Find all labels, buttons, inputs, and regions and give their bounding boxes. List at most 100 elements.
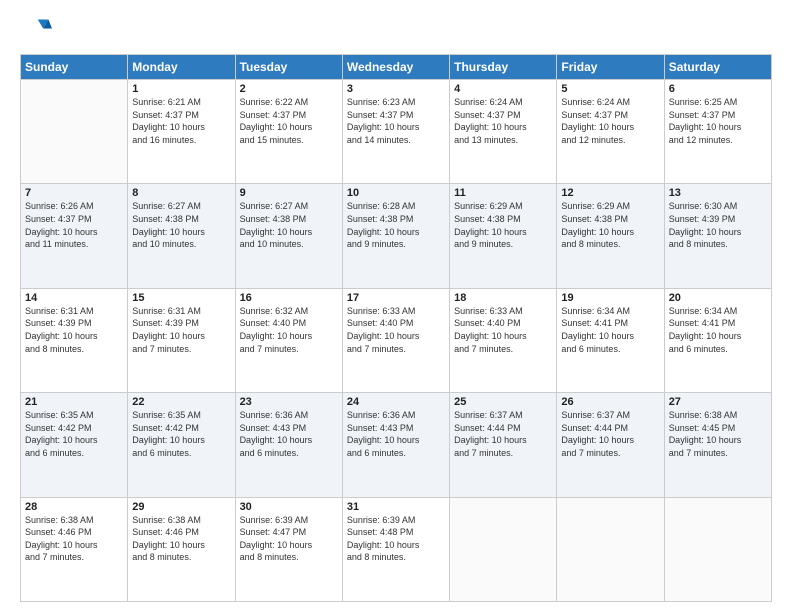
day-number: 27	[669, 396, 767, 408]
day-info: Sunrise: 6:27 AM Sunset: 4:38 PM Dayligh…	[240, 200, 338, 250]
weekday-header-wednesday: Wednesday	[342, 55, 449, 80]
calendar-cell: 16Sunrise: 6:32 AM Sunset: 4:40 PM Dayli…	[235, 288, 342, 392]
day-number: 2	[240, 83, 338, 95]
calendar-cell: 12Sunrise: 6:29 AM Sunset: 4:38 PM Dayli…	[557, 184, 664, 288]
day-number: 29	[132, 501, 230, 513]
day-info: Sunrise: 6:24 AM Sunset: 4:37 PM Dayligh…	[454, 96, 552, 146]
weekday-header-monday: Monday	[128, 55, 235, 80]
calendar-cell: 26Sunrise: 6:37 AM Sunset: 4:44 PM Dayli…	[557, 393, 664, 497]
day-info: Sunrise: 6:39 AM Sunset: 4:48 PM Dayligh…	[347, 514, 445, 564]
day-info: Sunrise: 6:37 AM Sunset: 4:44 PM Dayligh…	[561, 409, 659, 459]
calendar-cell: 7Sunrise: 6:26 AM Sunset: 4:37 PM Daylig…	[21, 184, 128, 288]
week-row-2: 7Sunrise: 6:26 AM Sunset: 4:37 PM Daylig…	[21, 184, 772, 288]
day-info: Sunrise: 6:25 AM Sunset: 4:37 PM Dayligh…	[669, 96, 767, 146]
day-number: 12	[561, 187, 659, 199]
day-info: Sunrise: 6:30 AM Sunset: 4:39 PM Dayligh…	[669, 200, 767, 250]
calendar-cell: 19Sunrise: 6:34 AM Sunset: 4:41 PM Dayli…	[557, 288, 664, 392]
day-info: Sunrise: 6:26 AM Sunset: 4:37 PM Dayligh…	[25, 200, 123, 250]
week-row-5: 28Sunrise: 6:38 AM Sunset: 4:46 PM Dayli…	[21, 497, 772, 601]
day-info: Sunrise: 6:24 AM Sunset: 4:37 PM Dayligh…	[561, 96, 659, 146]
calendar-cell	[450, 497, 557, 601]
day-number: 21	[25, 396, 123, 408]
calendar-cell: 28Sunrise: 6:38 AM Sunset: 4:46 PM Dayli…	[21, 497, 128, 601]
calendar-cell: 4Sunrise: 6:24 AM Sunset: 4:37 PM Daylig…	[450, 80, 557, 184]
header	[20, 16, 772, 48]
weekday-header-saturday: Saturday	[664, 55, 771, 80]
day-number: 10	[347, 187, 445, 199]
day-info: Sunrise: 6:31 AM Sunset: 4:39 PM Dayligh…	[25, 305, 123, 355]
day-number: 25	[454, 396, 552, 408]
calendar-cell: 6Sunrise: 6:25 AM Sunset: 4:37 PM Daylig…	[664, 80, 771, 184]
day-info: Sunrise: 6:34 AM Sunset: 4:41 PM Dayligh…	[669, 305, 767, 355]
day-number: 7	[25, 187, 123, 199]
calendar-cell: 18Sunrise: 6:33 AM Sunset: 4:40 PM Dayli…	[450, 288, 557, 392]
day-info: Sunrise: 6:22 AM Sunset: 4:37 PM Dayligh…	[240, 96, 338, 146]
day-info: Sunrise: 6:34 AM Sunset: 4:41 PM Dayligh…	[561, 305, 659, 355]
day-number: 24	[347, 396, 445, 408]
day-number: 13	[669, 187, 767, 199]
weekday-header-thursday: Thursday	[450, 55, 557, 80]
calendar-cell: 8Sunrise: 6:27 AM Sunset: 4:38 PM Daylig…	[128, 184, 235, 288]
day-info: Sunrise: 6:38 AM Sunset: 4:46 PM Dayligh…	[132, 514, 230, 564]
day-number: 15	[132, 292, 230, 304]
calendar-cell: 25Sunrise: 6:37 AM Sunset: 4:44 PM Dayli…	[450, 393, 557, 497]
day-info: Sunrise: 6:23 AM Sunset: 4:37 PM Dayligh…	[347, 96, 445, 146]
calendar-cell: 1Sunrise: 6:21 AM Sunset: 4:37 PM Daylig…	[128, 80, 235, 184]
page: SundayMondayTuesdayWednesdayThursdayFrid…	[0, 0, 792, 612]
calendar-cell: 5Sunrise: 6:24 AM Sunset: 4:37 PM Daylig…	[557, 80, 664, 184]
week-row-4: 21 Sunrise: 6:35 AM Sunset: 4:42 PM Dayli…	[21, 393, 772, 497]
calendar-cell: 13Sunrise: 6:30 AM Sunset: 4:39 PM Dayli…	[664, 184, 771, 288]
day-number: 19	[561, 292, 659, 304]
day-info: Sunrise: 6:29 AM Sunset: 4:38 PM Dayligh…	[561, 200, 659, 250]
weekday-header-tuesday: Tuesday	[235, 55, 342, 80]
day-info: Sunrise: 6:38 AM Sunset: 4:46 PM Dayligh…	[25, 514, 123, 564]
day-number: 31	[347, 501, 445, 513]
calendar-cell: 10Sunrise: 6:28 AM Sunset: 4:38 PM Dayli…	[342, 184, 449, 288]
calendar-cell: 14Sunrise: 6:31 AM Sunset: 4:39 PM Dayli…	[21, 288, 128, 392]
weekday-header-friday: Friday	[557, 55, 664, 80]
day-number: 18	[454, 292, 552, 304]
day-info: Sunrise: 6:27 AM Sunset: 4:38 PM Dayligh…	[132, 200, 230, 250]
calendar-cell: 3Sunrise: 6:23 AM Sunset: 4:37 PM Daylig…	[342, 80, 449, 184]
weekday-header-row: SundayMondayTuesdayWednesdayThursdayFrid…	[21, 55, 772, 80]
logo-icon	[20, 16, 52, 48]
calendar-cell: 9Sunrise: 6:27 AM Sunset: 4:38 PM Daylig…	[235, 184, 342, 288]
day-info: Sunrise: 6:36 AM Sunset: 4:43 PM Dayligh…	[240, 409, 338, 459]
day-number: 20	[669, 292, 767, 304]
day-info: Sunrise: 6:33 AM Sunset: 4:40 PM Dayligh…	[454, 305, 552, 355]
day-info: Sunrise: 6:38 AM Sunset: 4:45 PM Dayligh…	[669, 409, 767, 459]
day-number: 22	[132, 396, 230, 408]
day-number: 8	[132, 187, 230, 199]
day-info: Sunrise: 6:28 AM Sunset: 4:38 PM Dayligh…	[347, 200, 445, 250]
day-info: Sunrise: 6:37 AM Sunset: 4:44 PM Dayligh…	[454, 409, 552, 459]
calendar-cell: 23Sunrise: 6:36 AM Sunset: 4:43 PM Dayli…	[235, 393, 342, 497]
calendar-cell: 20Sunrise: 6:34 AM Sunset: 4:41 PM Dayli…	[664, 288, 771, 392]
day-number: 26	[561, 396, 659, 408]
logo	[20, 16, 56, 48]
calendar-cell	[21, 80, 128, 184]
day-info: Sunrise: 6:35 AM Sunset: 4:42 PM Dayligh…	[132, 409, 230, 459]
calendar-cell: 31Sunrise: 6:39 AM Sunset: 4:48 PM Dayli…	[342, 497, 449, 601]
day-info: Sunrise: 6:33 AM Sunset: 4:40 PM Dayligh…	[347, 305, 445, 355]
calendar-cell	[664, 497, 771, 601]
day-number: 28	[25, 501, 123, 513]
calendar-table: SundayMondayTuesdayWednesdayThursdayFrid…	[20, 54, 772, 602]
calendar-cell: 11Sunrise: 6:29 AM Sunset: 4:38 PM Dayli…	[450, 184, 557, 288]
calendar-cell: 15Sunrise: 6:31 AM Sunset: 4:39 PM Dayli…	[128, 288, 235, 392]
calendar-cell: 30Sunrise: 6:39 AM Sunset: 4:47 PM Dayli…	[235, 497, 342, 601]
day-number: 17	[347, 292, 445, 304]
calendar-cell: 24Sunrise: 6:36 AM Sunset: 4:43 PM Dayli…	[342, 393, 449, 497]
day-info: Sunrise: 6:36 AM Sunset: 4:43 PM Dayligh…	[347, 409, 445, 459]
calendar-cell: 21Sunrise: 6:35 AM Sunset: 4:42 PM Dayli…	[21, 393, 128, 497]
week-row-3: 14Sunrise: 6:31 AM Sunset: 4:39 PM Dayli…	[21, 288, 772, 392]
day-info: Sunrise: 6:31 AM Sunset: 4:39 PM Dayligh…	[132, 305, 230, 355]
calendar-cell: 29Sunrise: 6:38 AM Sunset: 4:46 PM Dayli…	[128, 497, 235, 601]
day-number: 23	[240, 396, 338, 408]
day-info: Sunrise: 6:21 AM Sunset: 4:37 PM Dayligh…	[132, 96, 230, 146]
day-number: 3	[347, 83, 445, 95]
day-number: 1	[132, 83, 230, 95]
day-number: 30	[240, 501, 338, 513]
day-number: 5	[561, 83, 659, 95]
day-number: 16	[240, 292, 338, 304]
day-info: Sunrise: 6:32 AM Sunset: 4:40 PM Dayligh…	[240, 305, 338, 355]
